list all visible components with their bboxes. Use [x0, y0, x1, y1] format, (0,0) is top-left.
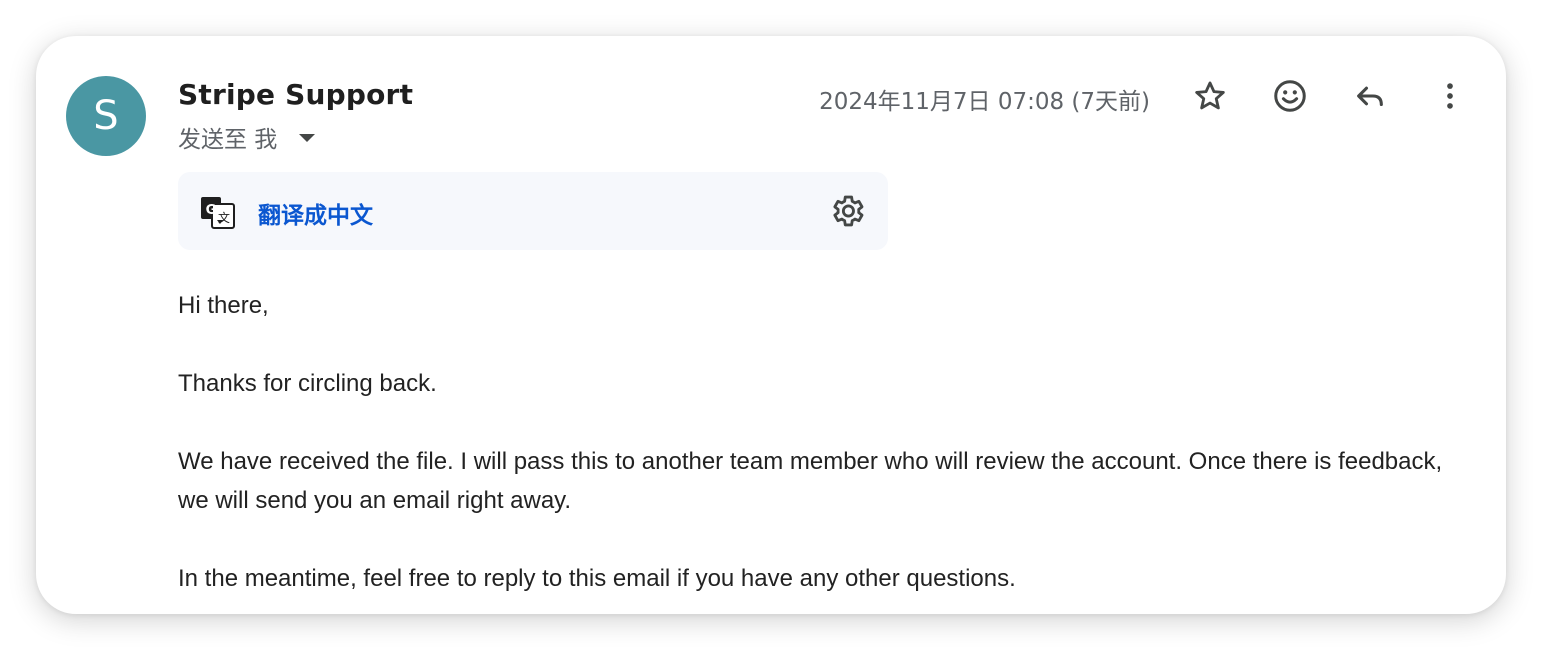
avatar[interactable]: S [66, 76, 146, 156]
reply-button[interactable] [1350, 76, 1390, 116]
star-icon [1195, 81, 1225, 110]
reply-icon [1357, 86, 1383, 107]
translate-icon: G 文 [201, 197, 235, 229]
message-paragraph: Hi there, [178, 292, 269, 319]
email-message-card: S Stripe Support 发送至 我 2024年11月7日 07:08 … [36, 36, 1506, 614]
emoji-icon [1274, 80, 1306, 112]
gear-icon[interactable] [828, 192, 866, 230]
more-options-button[interactable] [1430, 76, 1470, 116]
translate-link[interactable]: 翻译成中文 [258, 196, 373, 230]
recipient-details-toggle[interactable]: 发送至 我 [178, 120, 316, 154]
star-button[interactable] [1190, 76, 1230, 116]
svg-text:G: G [206, 203, 217, 218]
avatar-letter: S [93, 93, 119, 139]
sender-name[interactable]: Stripe Support [178, 78, 413, 111]
message-paragraph: In the meantime, feel free to reply to t… [178, 565, 1016, 592]
message-paragraph: We have received the file. I will pass t… [178, 448, 1443, 514]
translate-banner: G 文 翻译成中文 [178, 172, 888, 250]
recipient-label: 发送至 我 [178, 127, 278, 153]
message-paragraph: Thanks for circling back. [178, 370, 437, 397]
svg-text:文: 文 [218, 210, 230, 225]
chevron-down-icon [299, 134, 316, 142]
message-body: Hi there, Thanks for circling back. We h… [178, 286, 1448, 614]
message-date: 2024年11月7日 07:08 (7天前) [819, 89, 1150, 115]
add-reaction-button[interactable] [1270, 76, 1310, 116]
more-vert-icon [1447, 83, 1453, 109]
screen: S Stripe Support 发送至 我 2024年11月7日 07:08 … [0, 0, 1542, 650]
